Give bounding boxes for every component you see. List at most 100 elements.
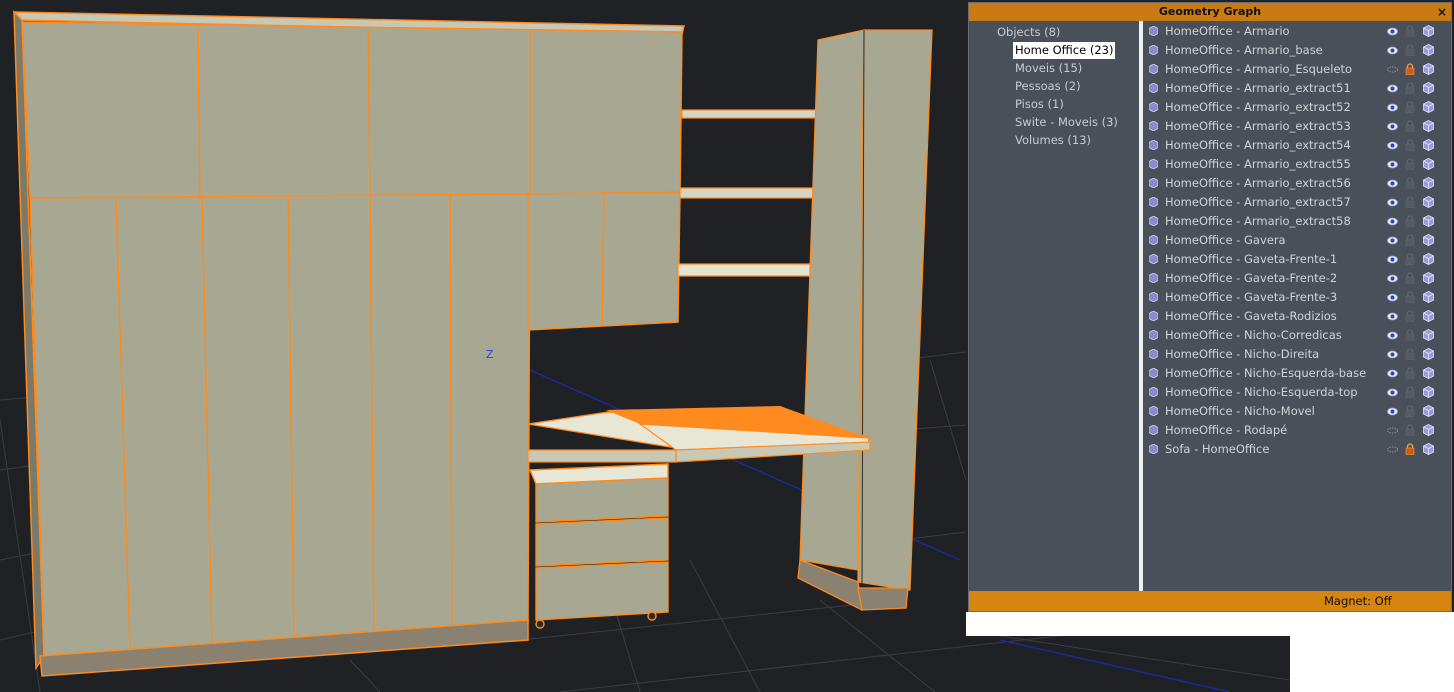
cube-icon[interactable]: [1423, 386, 1434, 398]
eye-hidden-icon[interactable]: [1387, 445, 1398, 454]
object-row[interactable]: HomeOffice - Nicho-Direita: [1143, 345, 1451, 364]
object-row[interactable]: HomeOffice - Gaveta-Frente-1: [1143, 250, 1451, 269]
eye-hidden-icon[interactable]: [1387, 426, 1398, 435]
object-row[interactable]: HomeOffice - Armario_extract55: [1143, 155, 1451, 174]
eye-icon[interactable]: [1387, 46, 1398, 55]
unlock-icon[interactable]: [1405, 291, 1415, 303]
object-row[interactable]: HomeOffice - Armario_extract53: [1143, 117, 1451, 136]
tree-item[interactable]: Pisos (1): [1013, 96, 1066, 113]
unlock-icon[interactable]: [1405, 272, 1415, 284]
cube-icon[interactable]: [1423, 367, 1434, 379]
unlock-icon[interactable]: [1405, 386, 1415, 398]
eye-icon[interactable]: [1387, 217, 1398, 226]
object-row[interactable]: HomeOffice - Nicho-Corredicas: [1143, 326, 1451, 345]
object-row[interactable]: HomeOffice - Gaveta-Frente-2: [1143, 269, 1451, 288]
lock-icon[interactable]: [1405, 63, 1415, 75]
object-row[interactable]: HomeOffice - Armario_extract54: [1143, 136, 1451, 155]
cube-icon[interactable]: [1423, 25, 1434, 37]
object-row[interactable]: HomeOffice - Armario_Esqueleto: [1143, 60, 1451, 79]
cube-icon[interactable]: [1423, 215, 1434, 227]
eye-icon[interactable]: [1387, 141, 1398, 150]
object-row[interactable]: HomeOffice - Rodapé: [1143, 421, 1451, 440]
unlock-icon[interactable]: [1405, 101, 1415, 113]
object-row[interactable]: HomeOffice - Armario: [1143, 22, 1451, 41]
unlock-icon[interactable]: [1405, 139, 1415, 151]
tree-item[interactable]: Home Office (23): [1013, 42, 1116, 59]
cube-icon[interactable]: [1423, 253, 1434, 265]
eye-icon[interactable]: [1387, 369, 1398, 378]
eye-icon[interactable]: [1387, 236, 1398, 245]
cube-icon[interactable]: [1423, 139, 1434, 151]
cube-icon[interactable]: [1423, 234, 1434, 246]
unlock-icon[interactable]: [1405, 405, 1415, 417]
cube-icon[interactable]: [1423, 348, 1434, 360]
unlock-icon[interactable]: [1405, 348, 1415, 360]
tree-item[interactable]: Pessoas (2): [1013, 78, 1083, 95]
object-row[interactable]: HomeOffice - Armario_extract51: [1143, 79, 1451, 98]
eye-icon[interactable]: [1387, 103, 1398, 112]
object-row[interactable]: Sofa - HomeOffice: [1143, 440, 1451, 459]
object-row[interactable]: HomeOffice - Armario_base: [1143, 41, 1451, 60]
cube-icon[interactable]: [1423, 424, 1434, 436]
tree-item-objects[interactable]: Objects (8): [995, 24, 1062, 41]
object-row[interactable]: HomeOffice - Armario_extract57: [1143, 193, 1451, 212]
unlock-icon[interactable]: [1405, 367, 1415, 379]
eye-icon[interactable]: [1387, 312, 1398, 321]
eye-icon[interactable]: [1387, 293, 1398, 302]
object-row[interactable]: HomeOffice - Nicho-Movel: [1143, 402, 1451, 421]
eye-hidden-icon[interactable]: [1387, 65, 1398, 74]
cube-icon[interactable]: [1423, 177, 1434, 189]
lock-icon[interactable]: [1405, 443, 1415, 455]
object-row[interactable]: HomeOffice - Gaveta-Rodizios: [1143, 307, 1451, 326]
unlock-icon[interactable]: [1405, 120, 1415, 132]
cube-icon[interactable]: [1423, 443, 1434, 455]
object-row[interactable]: HomeOffice - Armario_extract52: [1143, 98, 1451, 117]
eye-icon[interactable]: [1387, 255, 1398, 264]
cube-icon[interactable]: [1423, 310, 1434, 322]
unlock-icon[interactable]: [1405, 177, 1415, 189]
eye-icon[interactable]: [1387, 27, 1398, 36]
magnet-status[interactable]: Magnet: Off: [1324, 591, 1392, 611]
unlock-icon[interactable]: [1405, 158, 1415, 170]
eye-icon[interactable]: [1387, 388, 1398, 397]
object-row[interactable]: HomeOffice - Armario_extract58: [1143, 212, 1451, 231]
object-row[interactable]: HomeOffice - Gavera: [1143, 231, 1451, 250]
cube-icon[interactable]: [1423, 63, 1434, 75]
eye-icon[interactable]: [1387, 198, 1398, 207]
eye-icon[interactable]: [1387, 179, 1398, 188]
object-row[interactable]: HomeOffice - Armario_extract56: [1143, 174, 1451, 193]
cube-icon[interactable]: [1423, 44, 1434, 56]
unlock-icon[interactable]: [1405, 82, 1415, 94]
unlock-icon[interactable]: [1405, 253, 1415, 265]
object-row[interactable]: HomeOffice - Gaveta-Frente-3: [1143, 288, 1451, 307]
unlock-icon[interactable]: [1405, 44, 1415, 56]
eye-icon[interactable]: [1387, 331, 1398, 340]
unlock-icon[interactable]: [1405, 196, 1415, 208]
unlock-icon[interactable]: [1405, 25, 1415, 37]
cube-icon[interactable]: [1423, 196, 1434, 208]
cube-icon[interactable]: [1423, 329, 1434, 341]
cube-icon[interactable]: [1423, 101, 1434, 113]
cube-icon[interactable]: [1423, 158, 1434, 170]
tree-item[interactable]: Moveis (15): [1013, 60, 1084, 77]
eye-icon[interactable]: [1387, 274, 1398, 283]
cube-icon[interactable]: [1423, 405, 1434, 417]
close-icon[interactable]: ×: [1437, 3, 1447, 21]
tree-item[interactable]: Volumes (13): [1013, 132, 1093, 149]
object-row[interactable]: HomeOffice - Nicho-Esquerda-top: [1143, 383, 1451, 402]
object-row[interactable]: HomeOffice - Nicho-Esquerda-base: [1143, 364, 1451, 383]
cube-icon[interactable]: [1423, 272, 1434, 284]
eye-icon[interactable]: [1387, 407, 1398, 416]
tree-item[interactable]: Swite - Moveis (3): [1013, 114, 1120, 131]
eye-icon[interactable]: [1387, 160, 1398, 169]
cube-icon[interactable]: [1423, 82, 1434, 94]
unlock-icon[interactable]: [1405, 424, 1415, 436]
cube-icon[interactable]: [1423, 291, 1434, 303]
unlock-icon[interactable]: [1405, 234, 1415, 246]
cube-icon[interactable]: [1423, 120, 1434, 132]
unlock-icon[interactable]: [1405, 329, 1415, 341]
eye-icon[interactable]: [1387, 122, 1398, 131]
unlock-icon[interactable]: [1405, 310, 1415, 322]
eye-icon[interactable]: [1387, 350, 1398, 359]
unlock-icon[interactable]: [1405, 215, 1415, 227]
